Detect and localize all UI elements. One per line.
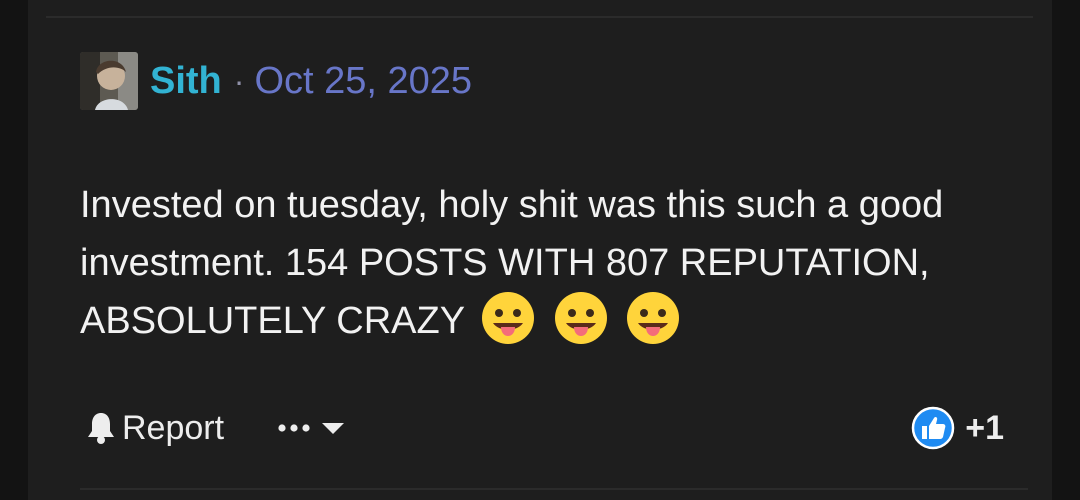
top-divider [46,16,1033,18]
reaction-summary[interactable]: +1 [911,404,1004,452]
thumbs-up-icon [911,406,955,450]
meta-separator: · [233,62,245,99]
ellipsis-icon [278,424,310,432]
author-name[interactable]: Sith [150,60,222,103]
post-body: Invested on tuesday, holy shit was this … [80,176,980,350]
report-label: Report [122,408,225,447]
caret-down-icon [322,423,344,434]
post-card: Sith · Oct 25, 2025 Invested on tuesday,… [28,0,1052,500]
post-date[interactable]: Oct 25, 2025 [254,60,472,103]
report-button[interactable]: Report [86,404,224,452]
bell-icon [88,413,114,444]
face-with-tongue-icon [624,289,682,347]
reaction-count: +1 [965,408,1004,447]
bottom-divider [80,488,1028,490]
post-header: Sith · Oct 25, 2025 [80,52,472,110]
face-with-tongue-icon [552,289,610,347]
post-footer: Report +1 [84,404,1004,452]
face-with-tongue-icon [479,289,537,347]
avatar[interactable] [80,52,138,110]
more-options-button[interactable] [276,404,348,452]
